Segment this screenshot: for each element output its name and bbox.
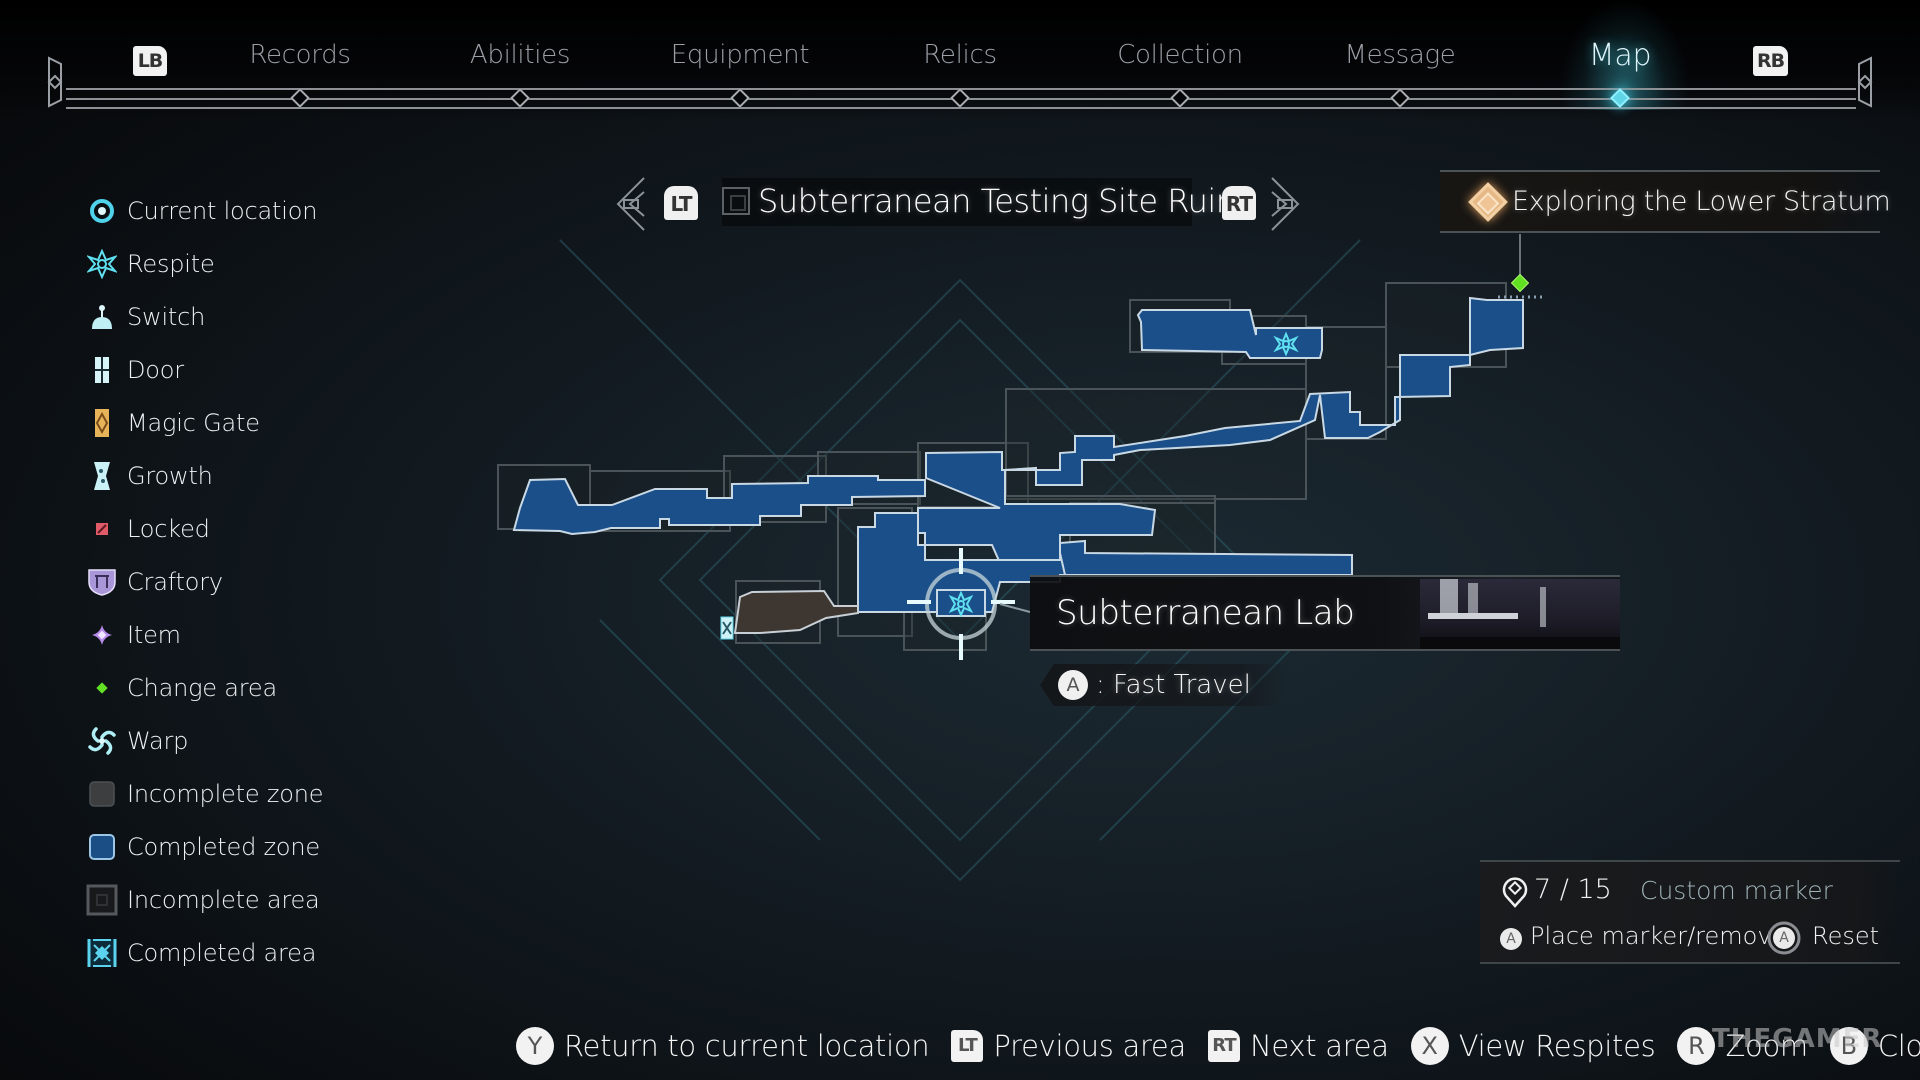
legend-label: Craftory — [127, 567, 223, 596]
legend-label: Respite — [127, 249, 215, 278]
marker-label: Custom marker — [1640, 876, 1833, 905]
growth-icon — [86, 460, 118, 492]
fast-travel-label: : Fast Travel — [1096, 670, 1251, 700]
area-prev-arrow-icon[interactable] — [614, 174, 648, 234]
legend-item-door: Door — [86, 343, 323, 396]
legend-item-incomplete-area: Incomplete area — [86, 873, 323, 926]
legend-label: Incomplete zone — [127, 779, 324, 808]
hint-label: View Respites — [1458, 1029, 1656, 1063]
hint-label: Next area — [1249, 1029, 1389, 1063]
growth-icon-map — [720, 616, 734, 640]
hint-label: Previous area — [993, 1029, 1186, 1063]
lt-button[interactable]: LT — [664, 186, 698, 220]
location-info-panel: Subterranean Lab — [1030, 575, 1620, 651]
place-marker-action[interactable]: Place marker/remove — [1530, 922, 1786, 950]
hint-label: Return to current location — [564, 1029, 930, 1063]
change-area-icon — [1510, 273, 1530, 293]
legend-item-craftory: Craftory — [86, 555, 323, 608]
legend-item-growth: Growth — [86, 449, 323, 502]
item-icon — [86, 619, 118, 651]
legend-item-completed-area: Completed area — [86, 926, 323, 979]
incomplete-zone-icon — [86, 778, 118, 810]
marker-pin-icon — [1502, 877, 1528, 908]
locked-icon — [86, 513, 118, 545]
legend-item-respite: Respite — [86, 237, 323, 290]
respite-icon — [86, 248, 118, 280]
legend-label: Locked — [127, 514, 210, 543]
map-legend: Current location Respite Switch Door Mag… — [86, 184, 323, 979]
legend-label: Door — [127, 355, 184, 384]
magic-gate-icon — [86, 407, 118, 439]
area-title: Subterranean Testing Site Ruins — [758, 182, 1252, 220]
custom-marker-panel: 7 / 15 Custom marker A Place marker/remo… — [1480, 860, 1900, 964]
legend-item-magic-gate: Magic Gate — [86, 396, 323, 449]
area-next-arrow-icon[interactable] — [1268, 174, 1302, 234]
hint-view-respites[interactable]: X View Respites — [1410, 1027, 1656, 1065]
legend-label: Current location — [127, 196, 318, 225]
legend-label: Switch — [127, 302, 206, 331]
legend-label: Warp — [127, 726, 189, 755]
hint-previous-area[interactable]: LT Previous area — [951, 1029, 1186, 1063]
current-location-icon — [86, 195, 118, 227]
location-thumbnail — [1420, 579, 1620, 649]
change-area-icon — [86, 672, 118, 704]
legend-item-warp: Warp — [86, 714, 323, 767]
completed-area-icon — [86, 937, 118, 969]
legend-item-switch: Switch — [86, 290, 323, 343]
location-name: Subterranean Lab — [1056, 593, 1355, 633]
legend-item-item: Item — [86, 608, 323, 661]
right-stick-icon: R — [1677, 1027, 1716, 1065]
button-hints-bar: Y Return to current location LT Previous… — [516, 1022, 1920, 1070]
active-quest-banner[interactable]: Exploring the Lower Stratum — [1440, 170, 1891, 233]
legend-item-incomplete-zone: Incomplete zone — [86, 767, 323, 820]
legend-label: Completed area — [127, 938, 317, 967]
a-button-icon: A — [1773, 927, 1795, 949]
door-icon — [86, 354, 118, 386]
legend-label: Item — [127, 620, 181, 649]
completed-zone-icon — [86, 831, 118, 863]
legend-item-completed-zone: Completed zone — [86, 820, 323, 873]
x-button-icon: X — [1410, 1027, 1449, 1065]
quest-diamond-icon — [1468, 182, 1508, 222]
craftory-icon — [86, 566, 118, 598]
legend-item-current-location: Current location — [86, 184, 323, 237]
watermark: THEGAMER — [1712, 1024, 1883, 1054]
y-button-icon: Y — [516, 1027, 554, 1065]
area-selector: LT Subterranean Testing Site Ruins RT — [612, 168, 1312, 238]
fast-travel-button[interactable]: A : Fast Travel — [1040, 664, 1290, 706]
a-button-icon: A — [1500, 928, 1522, 950]
legend-label: Magic Gate — [127, 408, 260, 437]
legend-label: Incomplete area — [127, 885, 320, 914]
lt-button-icon: LT — [951, 1030, 984, 1062]
legend-label: Change area — [127, 673, 278, 702]
hint-next-area[interactable]: RT Next area — [1207, 1029, 1389, 1063]
marker-count: 7 / 15 — [1534, 874, 1612, 905]
legend-item-change-area: Change area — [86, 661, 323, 714]
legend-label: Completed zone — [127, 832, 320, 861]
hint-return-to-current-location[interactable]: Y Return to current location — [516, 1027, 930, 1065]
incomplete-area-icon — [86, 884, 118, 916]
switch-icon — [86, 301, 118, 333]
warp-icon — [86, 725, 118, 757]
reset-markers-action[interactable]: Reset — [1812, 922, 1879, 950]
quest-title: Exploring the Lower Stratum — [1512, 186, 1891, 217]
location-pointer-line — [999, 603, 1031, 613]
hint-label: Close — [1877, 1029, 1920, 1063]
a-button-icon: A — [1058, 670, 1088, 700]
legend-item-locked: Locked — [86, 502, 323, 555]
incomplete-area-icon — [722, 187, 750, 215]
rt-button[interactable]: RT — [1222, 186, 1256, 220]
rt-button-icon: RT — [1207, 1030, 1240, 1062]
legend-label: Growth — [127, 461, 213, 490]
